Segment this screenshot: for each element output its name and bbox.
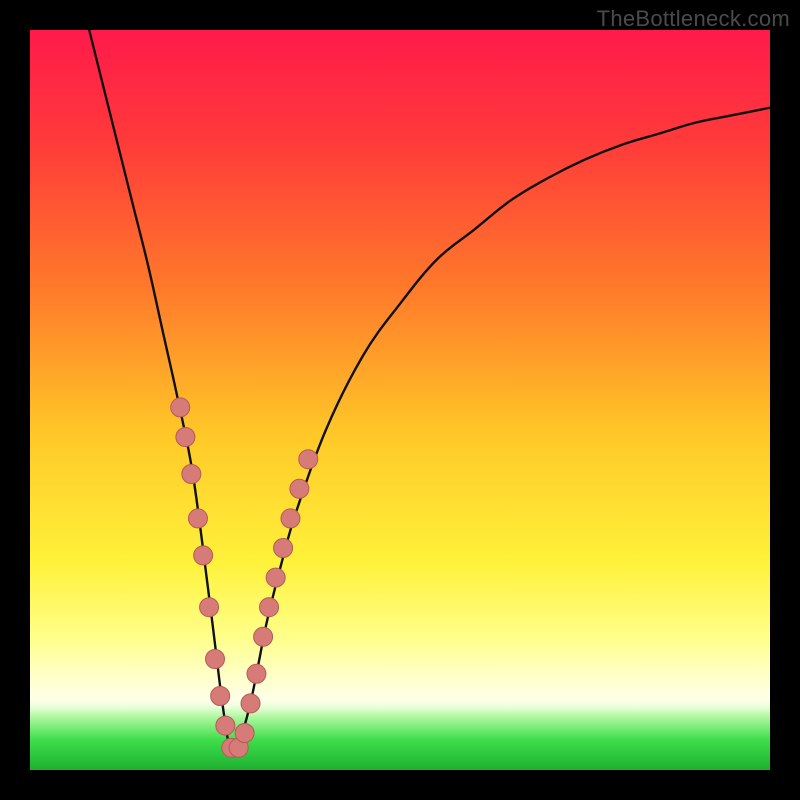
marker-dot: [188, 509, 207, 528]
watermark-text: TheBottleneck.com: [597, 6, 790, 32]
marker-dot: [200, 598, 219, 617]
bottleneck-curve: [89, 30, 770, 752]
marker-dot: [254, 627, 273, 646]
marker-dot: [266, 568, 285, 587]
marker-dot: [247, 664, 266, 683]
marker-dot: [194, 546, 213, 565]
marker-group: [171, 398, 318, 757]
marker-dot: [211, 687, 230, 706]
marker-dot: [235, 724, 254, 743]
marker-dot: [260, 598, 279, 617]
plot-area: [30, 30, 770, 770]
marker-dot: [274, 539, 293, 558]
marker-dot: [216, 716, 235, 735]
marker-dot: [290, 479, 309, 498]
marker-dot: [206, 650, 225, 669]
marker-dot: [299, 450, 318, 469]
outer-frame: TheBottleneck.com: [0, 0, 800, 800]
marker-dot: [171, 398, 190, 417]
marker-dot: [182, 465, 201, 484]
marker-dot: [281, 509, 300, 528]
marker-dot: [176, 428, 195, 447]
curve-layer: [30, 30, 770, 770]
marker-dot: [241, 694, 260, 713]
